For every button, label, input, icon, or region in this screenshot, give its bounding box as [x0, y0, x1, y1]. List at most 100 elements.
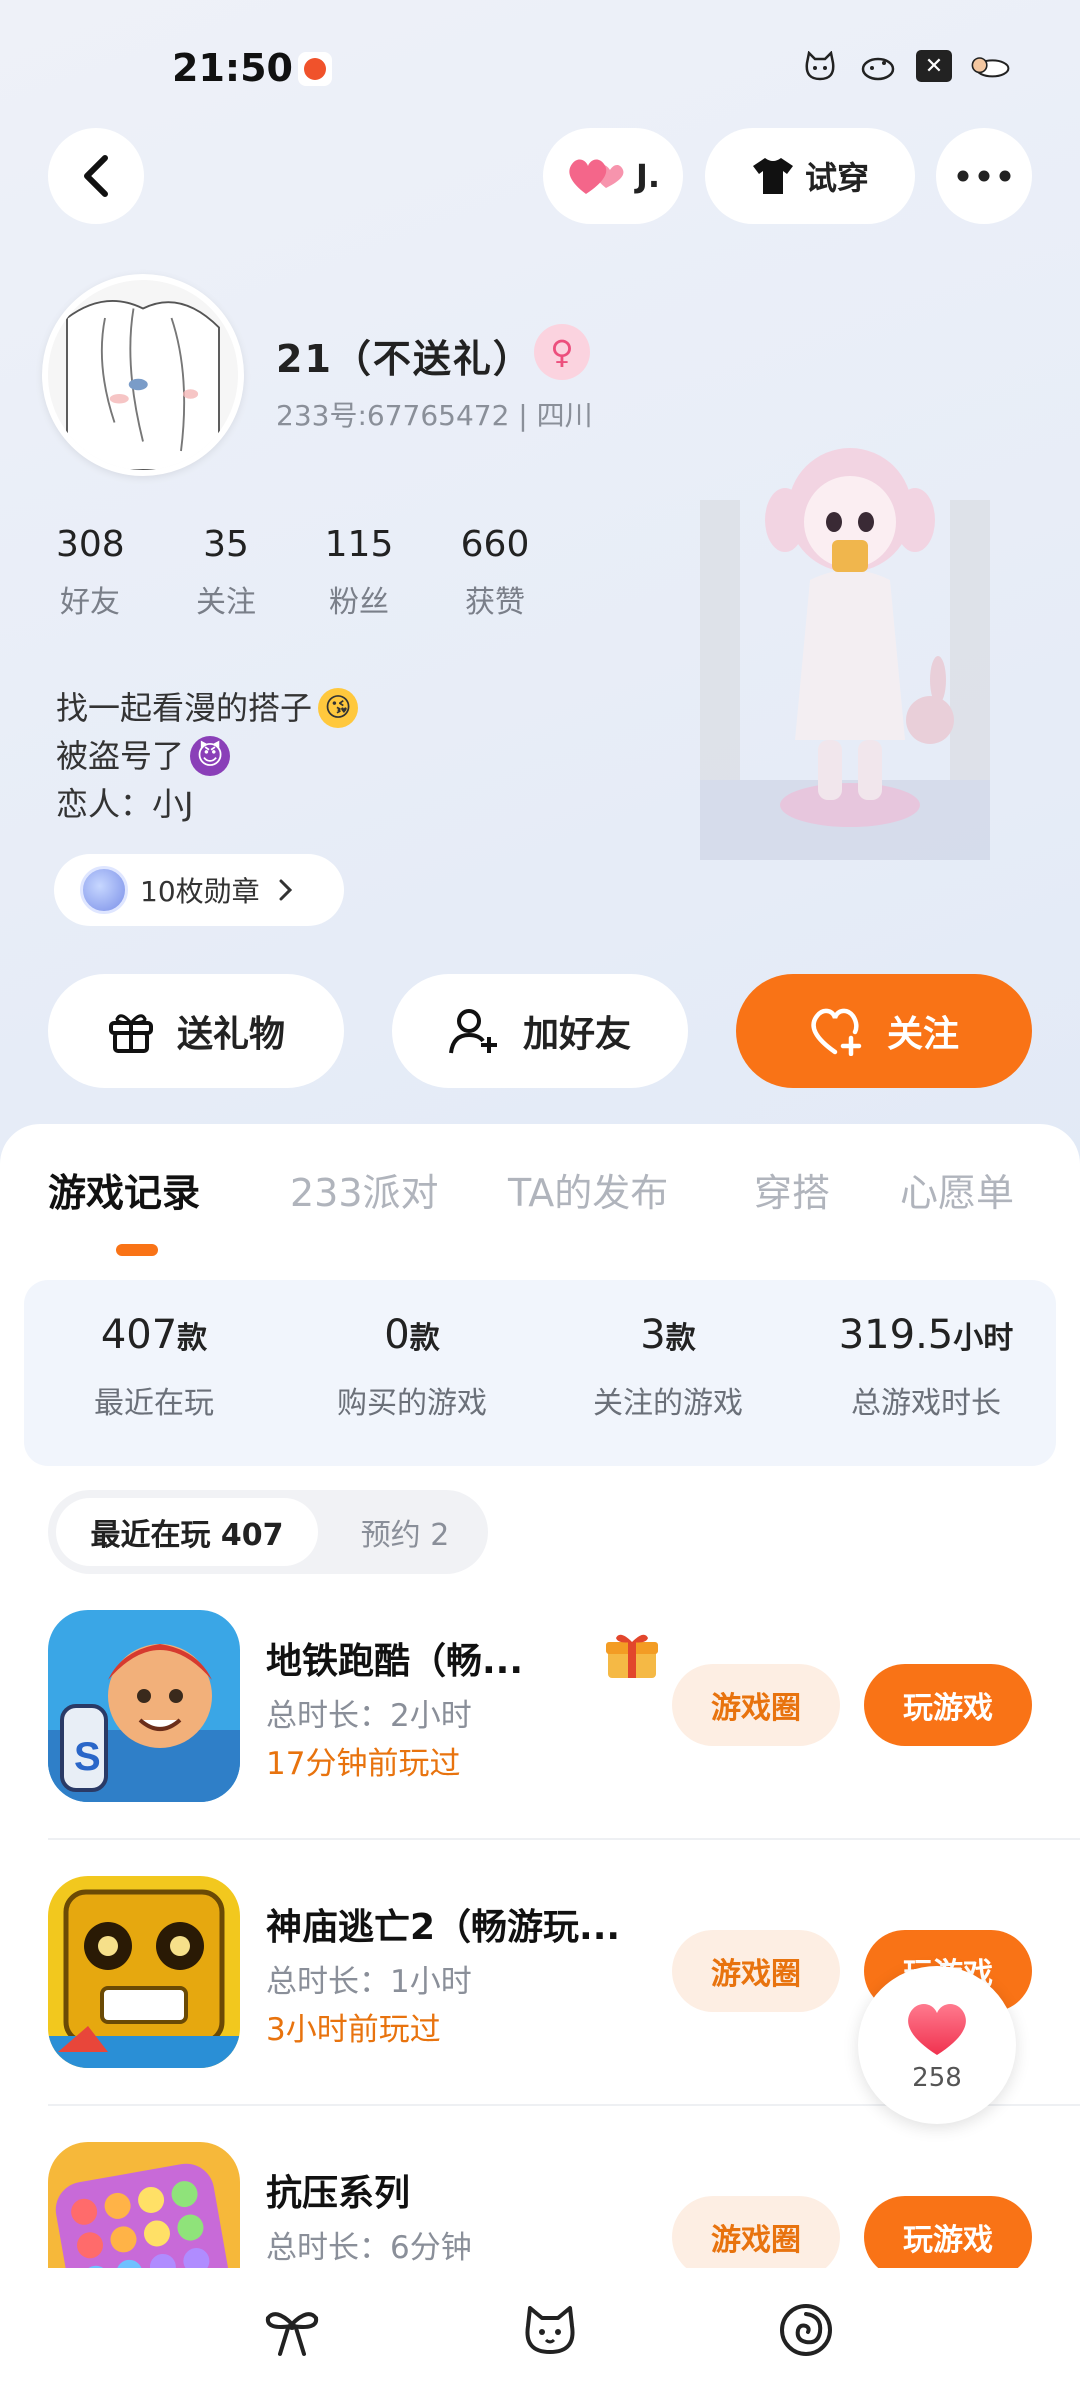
stat-unit: 款	[665, 1321, 696, 1356]
send-gift-label: 送礼物	[176, 1014, 285, 1055]
game-last-played: 17分钟前玩过	[266, 1746, 461, 1782]
send-gift-button[interactable]: 送礼物	[48, 974, 344, 1088]
chevron-left-icon	[84, 155, 108, 197]
stat-value: 3	[640, 1312, 666, 1358]
stat-value: 660	[460, 524, 530, 565]
cat-icon	[800, 48, 840, 84]
stat-value: 407	[100, 1312, 178, 1358]
add-friend-label: 加好友	[522, 1014, 631, 1055]
segment-recent[interactable]: 最近在玩 407	[56, 1498, 318, 1566]
avatar[interactable]	[42, 274, 244, 476]
stat-label: 关注的游戏	[593, 1386, 743, 1421]
chevron-right-icon	[279, 879, 292, 901]
game-circle-button[interactable]: 游戏圈	[672, 1930, 840, 2012]
stat-unit: 款	[177, 1321, 208, 1356]
gift-badge-icon[interactable]	[604, 1630, 660, 1680]
game-duration: 总时长：6分钟	[266, 2230, 472, 2266]
stat-label: 好友	[60, 585, 120, 620]
heart-plus-icon	[811, 1008, 862, 1056]
hamster-icon	[858, 48, 898, 84]
medal-icon	[80, 866, 128, 914]
bio-line: 恋人：小J	[56, 785, 194, 823]
gift-icon	[108, 1014, 153, 1053]
game-circle-button[interactable]: 游戏圈	[672, 1664, 840, 1746]
game-icon-subway-surfers[interactable]: S	[48, 1610, 240, 1802]
tab-game-records[interactable]: 游戏记录	[48, 1162, 200, 1217]
try-on-label: 试穿	[804, 159, 869, 197]
stat-likes[interactable]: 660 获赞	[460, 524, 530, 621]
tab-posts[interactable]: TA的发布	[508, 1162, 668, 1217]
tshirt-icon	[752, 158, 793, 194]
close-box-icon: ✕	[916, 50, 952, 82]
bio: 找一起看漫的搭子 😘 被盗号了 😈 恋人：小J	[56, 684, 359, 828]
status-icons: ✕	[800, 48, 1010, 84]
tab-wishlist[interactable]: 心愿单	[900, 1162, 1014, 1217]
stat-unit: 款	[409, 1321, 440, 1356]
nickname: 21（不送礼）	[276, 337, 533, 381]
user-id: 233号:67765472 | 四川	[276, 399, 593, 432]
game-duration: 总时长：1小时	[266, 1964, 472, 2000]
stat-following[interactable]: 35 关注	[192, 524, 260, 621]
medals-button[interactable]: 10枚勋章	[54, 854, 344, 926]
stat-total-playtime[interactable]: 319.5小时 总游戏时长	[806, 1312, 1046, 1422]
stat-fans[interactable]: 115 粉丝	[324, 524, 394, 621]
stat-label: 购买的游戏	[337, 1386, 487, 1421]
stat-value: 308	[56, 524, 125, 565]
add-user-icon	[448, 1009, 497, 1054]
stat-value: 0	[384, 1312, 410, 1358]
medals-label: 10枚勋章	[140, 875, 260, 908]
stat-value: 319.5	[838, 1312, 954, 1358]
app-notification-icon	[298, 52, 332, 86]
tab-outfits[interactable]: 穿搭	[754, 1162, 830, 1217]
try-on-button[interactable]: 试穿	[705, 128, 915, 224]
status-time: 21:50	[172, 46, 293, 90]
game-circle-button[interactable]: 游戏圈	[672, 2196, 840, 2278]
couple-button[interactable]: J.	[543, 128, 683, 224]
stat-recent-games[interactable]: 407款 最近在玩	[34, 1312, 274, 1422]
game-title[interactable]: 地铁跑酷（畅...	[266, 1632, 523, 1684]
avatar-figure[interactable]	[700, 410, 1000, 860]
back-button[interactable]	[48, 128, 144, 224]
add-friend-button[interactable]: 加好友	[392, 974, 688, 1088]
stat-value: 35	[203, 524, 249, 565]
couple-label: J.	[635, 157, 661, 195]
swirl-icon[interactable]	[776, 2300, 836, 2360]
play-game-button[interactable]: 玩游戏	[864, 2196, 1032, 2278]
game-title[interactable]: 神庙逃亡2（畅游玩...	[266, 1898, 620, 1950]
tab-party[interactable]: 233派对	[290, 1162, 439, 1217]
bio-line: 被盗号了	[56, 737, 185, 775]
more-dots-icon	[957, 170, 1011, 182]
stat-friends[interactable]: 308 好友	[56, 524, 125, 621]
stat-label: 最近在玩	[94, 1386, 214, 1421]
svg-text:S: S	[74, 1735, 101, 1779]
tab-indicator	[116, 1244, 158, 1256]
bio-line: 找一起看漫的搭子	[56, 689, 313, 727]
play-game-button[interactable]: 玩游戏	[864, 1664, 1032, 1746]
like-float-button[interactable]: 258	[858, 1966, 1016, 2124]
devil-emoji-icon: 😈	[190, 736, 231, 776]
stat-label: 获赞	[465, 585, 525, 620]
segment-reserve[interactable]: 预约 2	[330, 1498, 480, 1566]
female-gender-icon: ♀	[534, 324, 590, 380]
cat-face-icon[interactable]	[520, 2300, 580, 2360]
stat-unit: 小时	[953, 1321, 1014, 1356]
stat-followed-games[interactable]: 3款 关注的游戏	[548, 1312, 788, 1422]
avatar-illustration	[48, 280, 238, 470]
game-duration: 总时长：2小时	[266, 1698, 472, 1734]
kiss-emoji-icon: 😘	[318, 688, 359, 728]
stat-label: 粉丝	[329, 585, 389, 620]
stat-label: 关注	[196, 585, 256, 620]
heart-icon	[908, 2004, 966, 2055]
like-count: 258	[912, 2063, 962, 2093]
double-heart-icon	[569, 159, 624, 194]
more-button[interactable]	[936, 128, 1032, 224]
stat-value: 115	[324, 524, 394, 565]
follow-button[interactable]: 关注	[736, 974, 1032, 1088]
game-last-played: 3小时前玩过	[266, 2012, 441, 2048]
stat-purchased-games[interactable]: 0款 购买的游戏	[292, 1312, 532, 1422]
bow-icon[interactable]	[262, 2300, 322, 2360]
game-icon-temple-run[interactable]	[48, 1876, 240, 2068]
follow-label: 关注	[886, 1014, 959, 1055]
pet-icon	[970, 48, 1010, 84]
game-title[interactable]: 抗压系列	[266, 2164, 410, 2216]
